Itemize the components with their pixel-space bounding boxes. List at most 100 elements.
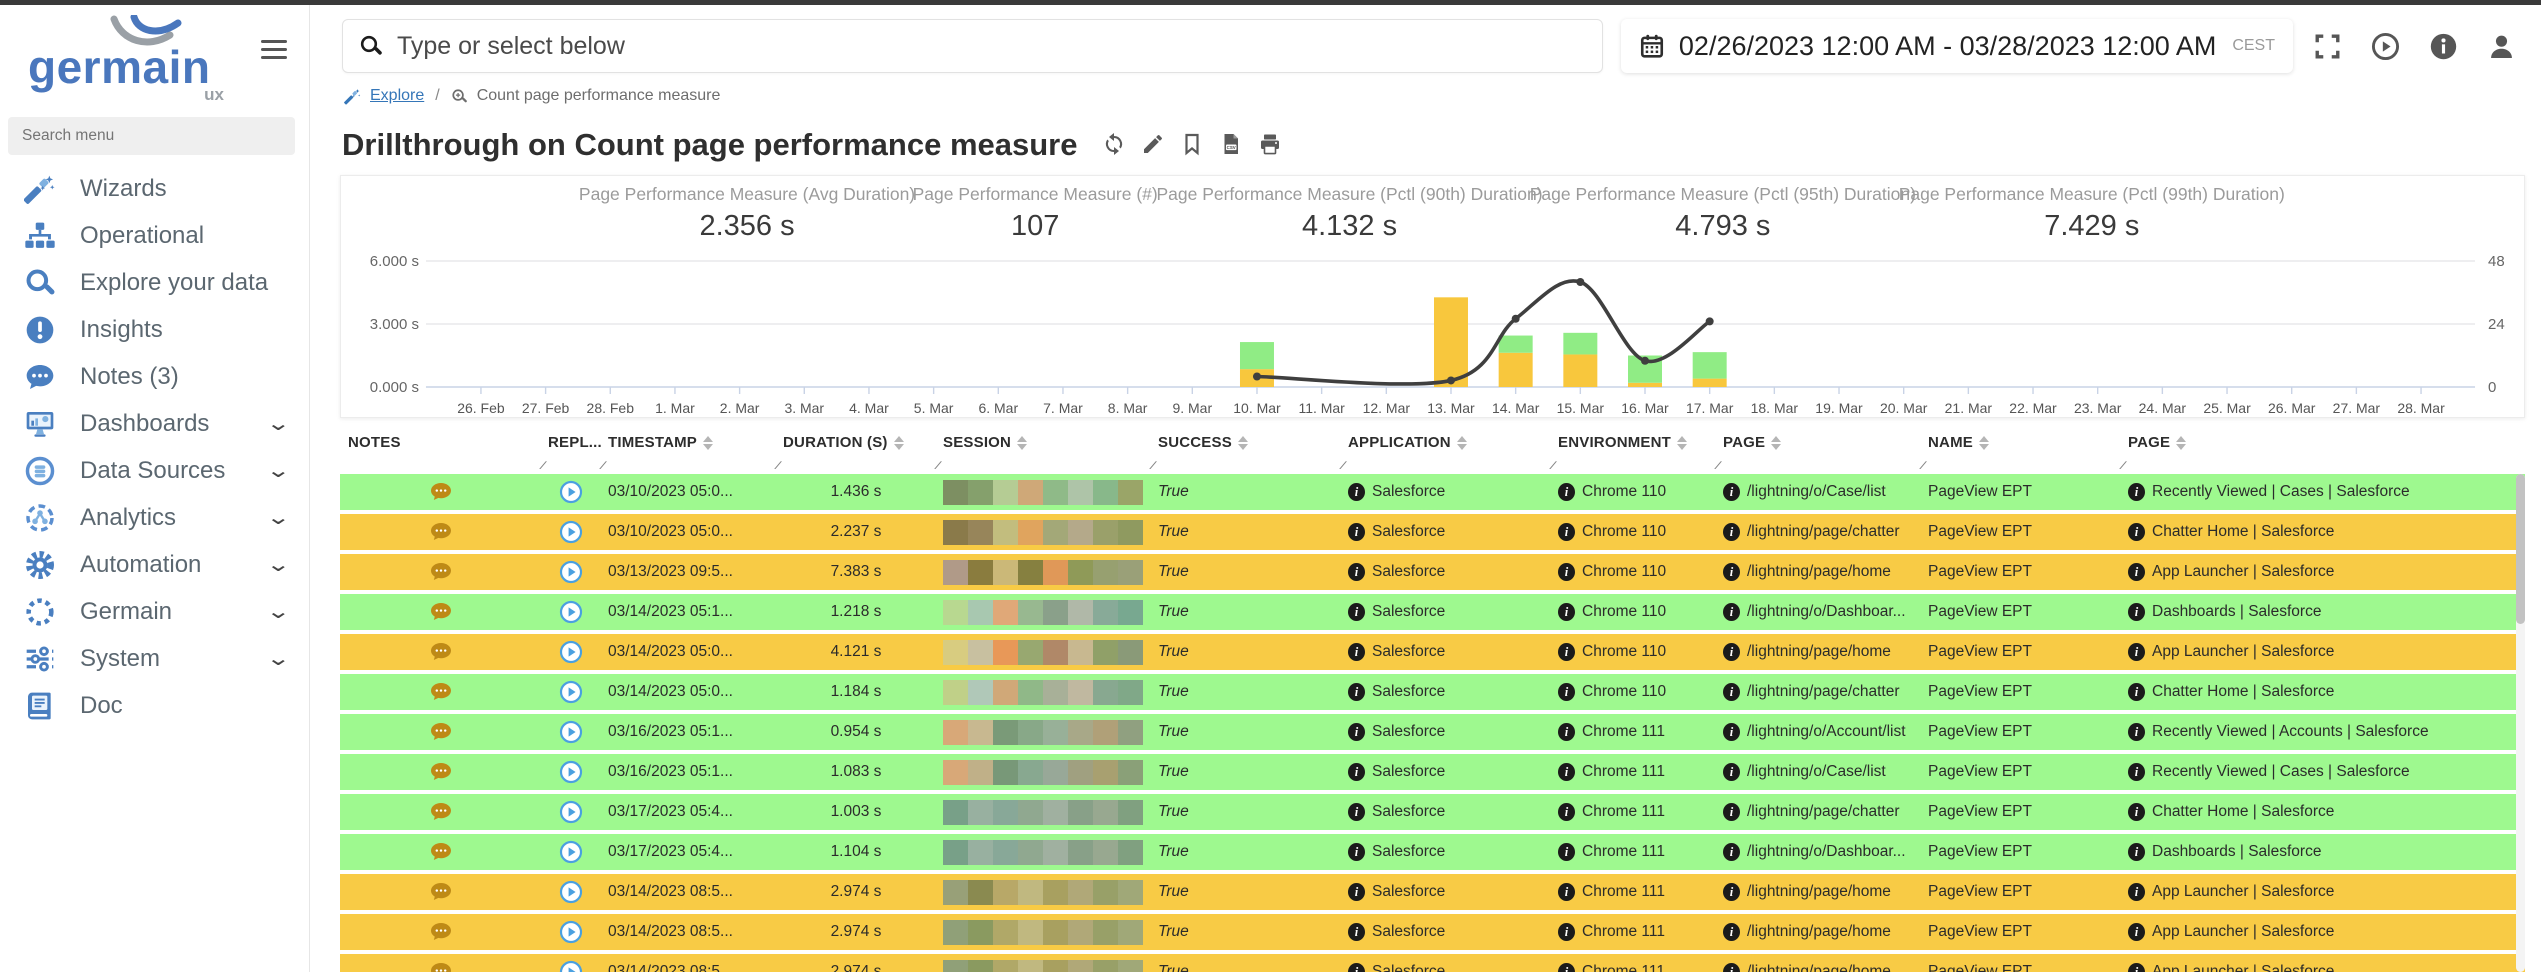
table-scrollbar[interactable] xyxy=(2516,474,2525,972)
column-resize-handle[interactable]: ∕∕ xyxy=(1341,460,1344,472)
note-comment-icon[interactable] xyxy=(429,960,453,972)
replay-play-icon[interactable] xyxy=(559,960,583,972)
column-resize-handle[interactable]: ∕∕ xyxy=(541,460,544,472)
note-comment-icon[interactable] xyxy=(429,880,453,904)
column-header-session[interactable]: SESSION∕∕ xyxy=(935,430,1150,474)
info-icon[interactable]: i xyxy=(1558,603,1575,621)
column-header-timestamp[interactable]: TIMESTAMP∕∕ xyxy=(600,430,775,474)
info-icon[interactable]: i xyxy=(1348,763,1365,781)
sidebar-item-automation[interactable]: Automation⌄ xyxy=(0,541,309,588)
column-resize-handle[interactable]: ∕∕ xyxy=(1151,460,1154,472)
info-icon[interactable]: i xyxy=(2128,643,2145,661)
sidebar-item-analytics[interactable]: Analytics⌄ xyxy=(0,494,309,541)
column-header-replay[interactable]: REPL...∕∕ xyxy=(540,430,600,474)
sidebar-item-insights[interactable]: Insights xyxy=(0,306,309,353)
note-comment-icon[interactable] xyxy=(429,720,453,744)
refresh-button[interactable] xyxy=(1102,132,1128,158)
sort-icon[interactable] xyxy=(1677,436,1687,450)
info-icon[interactable]: i xyxy=(1723,563,1740,581)
sidebar-item-dashboards[interactable]: Dashboards⌄ xyxy=(0,400,309,447)
info-icon[interactable]: i xyxy=(1348,883,1365,901)
table-row[interactable]: 03/14/2023 08:5...2.974 sTrueiSalesforce… xyxy=(340,874,2525,910)
replay-play-icon[interactable] xyxy=(559,800,583,824)
hamburger-menu-icon[interactable] xyxy=(261,35,287,64)
sort-icon[interactable] xyxy=(1771,436,1781,450)
info-icon[interactable]: i xyxy=(1348,923,1365,941)
global-search-box[interactable] xyxy=(342,19,1603,73)
info-icon[interactable]: i xyxy=(1723,963,1740,972)
note-comment-icon[interactable] xyxy=(429,760,453,784)
sort-icon[interactable] xyxy=(894,436,904,450)
column-header-page2[interactable]: PAGE∕∕ xyxy=(2120,430,2525,474)
column-header-notes[interactable]: NOTES xyxy=(340,430,540,474)
date-range-picker[interactable]: 02/26/2023 12:00 AM - 03/28/2023 12:00 A… xyxy=(1621,19,2293,73)
fullscreen-button[interactable] xyxy=(2311,30,2343,62)
info-icon[interactable]: i xyxy=(1558,483,1575,501)
note-comment-icon[interactable] xyxy=(429,600,453,624)
replay-play-icon[interactable] xyxy=(559,840,583,864)
user-menu-button[interactable] xyxy=(2485,30,2517,62)
bookmark-button[interactable] xyxy=(1180,132,1206,158)
info-icon[interactable]: i xyxy=(1558,923,1575,941)
info-icon[interactable]: i xyxy=(1348,803,1365,821)
column-header-page[interactable]: PAGE∕∕ xyxy=(1715,430,1920,474)
sort-icon[interactable] xyxy=(1238,436,1248,450)
info-icon[interactable]: i xyxy=(1723,763,1740,781)
info-icon[interactable]: i xyxy=(1723,483,1740,501)
note-comment-icon[interactable] xyxy=(429,840,453,864)
table-row[interactable]: 03/14/2023 08:5...2.974 sTrueiSalesforce… xyxy=(340,954,2525,972)
replay-play-icon[interactable] xyxy=(559,560,583,584)
sidebar-item-data-sources[interactable]: Data Sources⌄ xyxy=(0,447,309,494)
info-icon[interactable]: i xyxy=(1348,723,1365,741)
sidebar-item-notes-3[interactable]: Notes (3) xyxy=(0,353,309,400)
info-icon[interactable]: i xyxy=(1723,603,1740,621)
replay-play-icon[interactable] xyxy=(559,880,583,904)
sort-icon[interactable] xyxy=(1979,436,1989,450)
info-icon[interactable]: i xyxy=(2128,483,2145,501)
info-icon[interactable]: i xyxy=(2128,563,2145,581)
info-icon[interactable]: i xyxy=(1723,923,1740,941)
info-button[interactable] xyxy=(2427,30,2459,62)
info-icon[interactable]: i xyxy=(1558,683,1575,701)
note-comment-icon[interactable] xyxy=(429,680,453,704)
info-icon[interactable]: i xyxy=(2128,523,2145,541)
column-header-duration[interactable]: DURATION (S)∕∕ xyxy=(775,430,935,474)
info-icon[interactable]: i xyxy=(1348,483,1365,501)
info-icon[interactable]: i xyxy=(2128,963,2145,972)
info-icon[interactable]: i xyxy=(1348,603,1365,621)
info-icon[interactable]: i xyxy=(2128,883,2145,901)
replay-play-icon[interactable] xyxy=(559,760,583,784)
note-comment-icon[interactable] xyxy=(429,640,453,664)
info-icon[interactable]: i xyxy=(2128,603,2145,621)
note-comment-icon[interactable] xyxy=(429,520,453,544)
info-icon[interactable]: i xyxy=(1723,723,1740,741)
info-icon[interactable]: i xyxy=(2128,723,2145,741)
replay-play-icon[interactable] xyxy=(559,680,583,704)
info-icon[interactable]: i xyxy=(1558,843,1575,861)
table-row[interactable]: 03/13/2023 09:5...7.383 sTrueiSalesforce… xyxy=(340,554,2525,590)
table-row[interactable]: 03/17/2023 05:4...1.003 sTrueiSalesforce… xyxy=(340,794,2525,830)
info-icon[interactable]: i xyxy=(1558,643,1575,661)
info-icon[interactable]: i xyxy=(1723,803,1740,821)
info-icon[interactable]: i xyxy=(2128,923,2145,941)
column-resize-handle[interactable]: ∕∕ xyxy=(776,460,779,472)
replay-play-icon[interactable] xyxy=(559,600,583,624)
info-icon[interactable]: i xyxy=(2128,763,2145,781)
sort-icon[interactable] xyxy=(2176,436,2186,450)
note-comment-icon[interactable] xyxy=(429,480,453,504)
table-row[interactable]: 03/17/2023 05:4...1.104 sTrueiSalesforce… xyxy=(340,834,2525,870)
info-icon[interactable]: i xyxy=(1558,803,1575,821)
column-resize-handle[interactable]: ∕∕ xyxy=(1921,460,1924,472)
performance-chart[interactable]: 0.000 s3.000 s6.000 s0244826. Feb27. Feb… xyxy=(341,248,2524,417)
column-header-name[interactable]: NAME∕∕ xyxy=(1920,430,2120,474)
info-icon[interactable]: i xyxy=(1723,683,1740,701)
table-row[interactable]: 03/14/2023 05:0...4.121 sTrueiSalesforce… xyxy=(340,634,2525,670)
column-header-application[interactable]: APPLICATION∕∕ xyxy=(1340,430,1550,474)
column-resize-handle[interactable]: ∕∕ xyxy=(601,460,604,472)
edit-button[interactable] xyxy=(1141,132,1167,158)
column-resize-handle[interactable]: ∕∕ xyxy=(2121,460,2124,472)
table-row[interactable]: 03/16/2023 05:1...1.083 sTrueiSalesforce… xyxy=(340,754,2525,790)
sort-icon[interactable] xyxy=(703,436,713,450)
sidebar-item-doc[interactable]: Doc xyxy=(0,682,309,729)
column-header-success[interactable]: SUCCESS∕∕ xyxy=(1150,430,1340,474)
